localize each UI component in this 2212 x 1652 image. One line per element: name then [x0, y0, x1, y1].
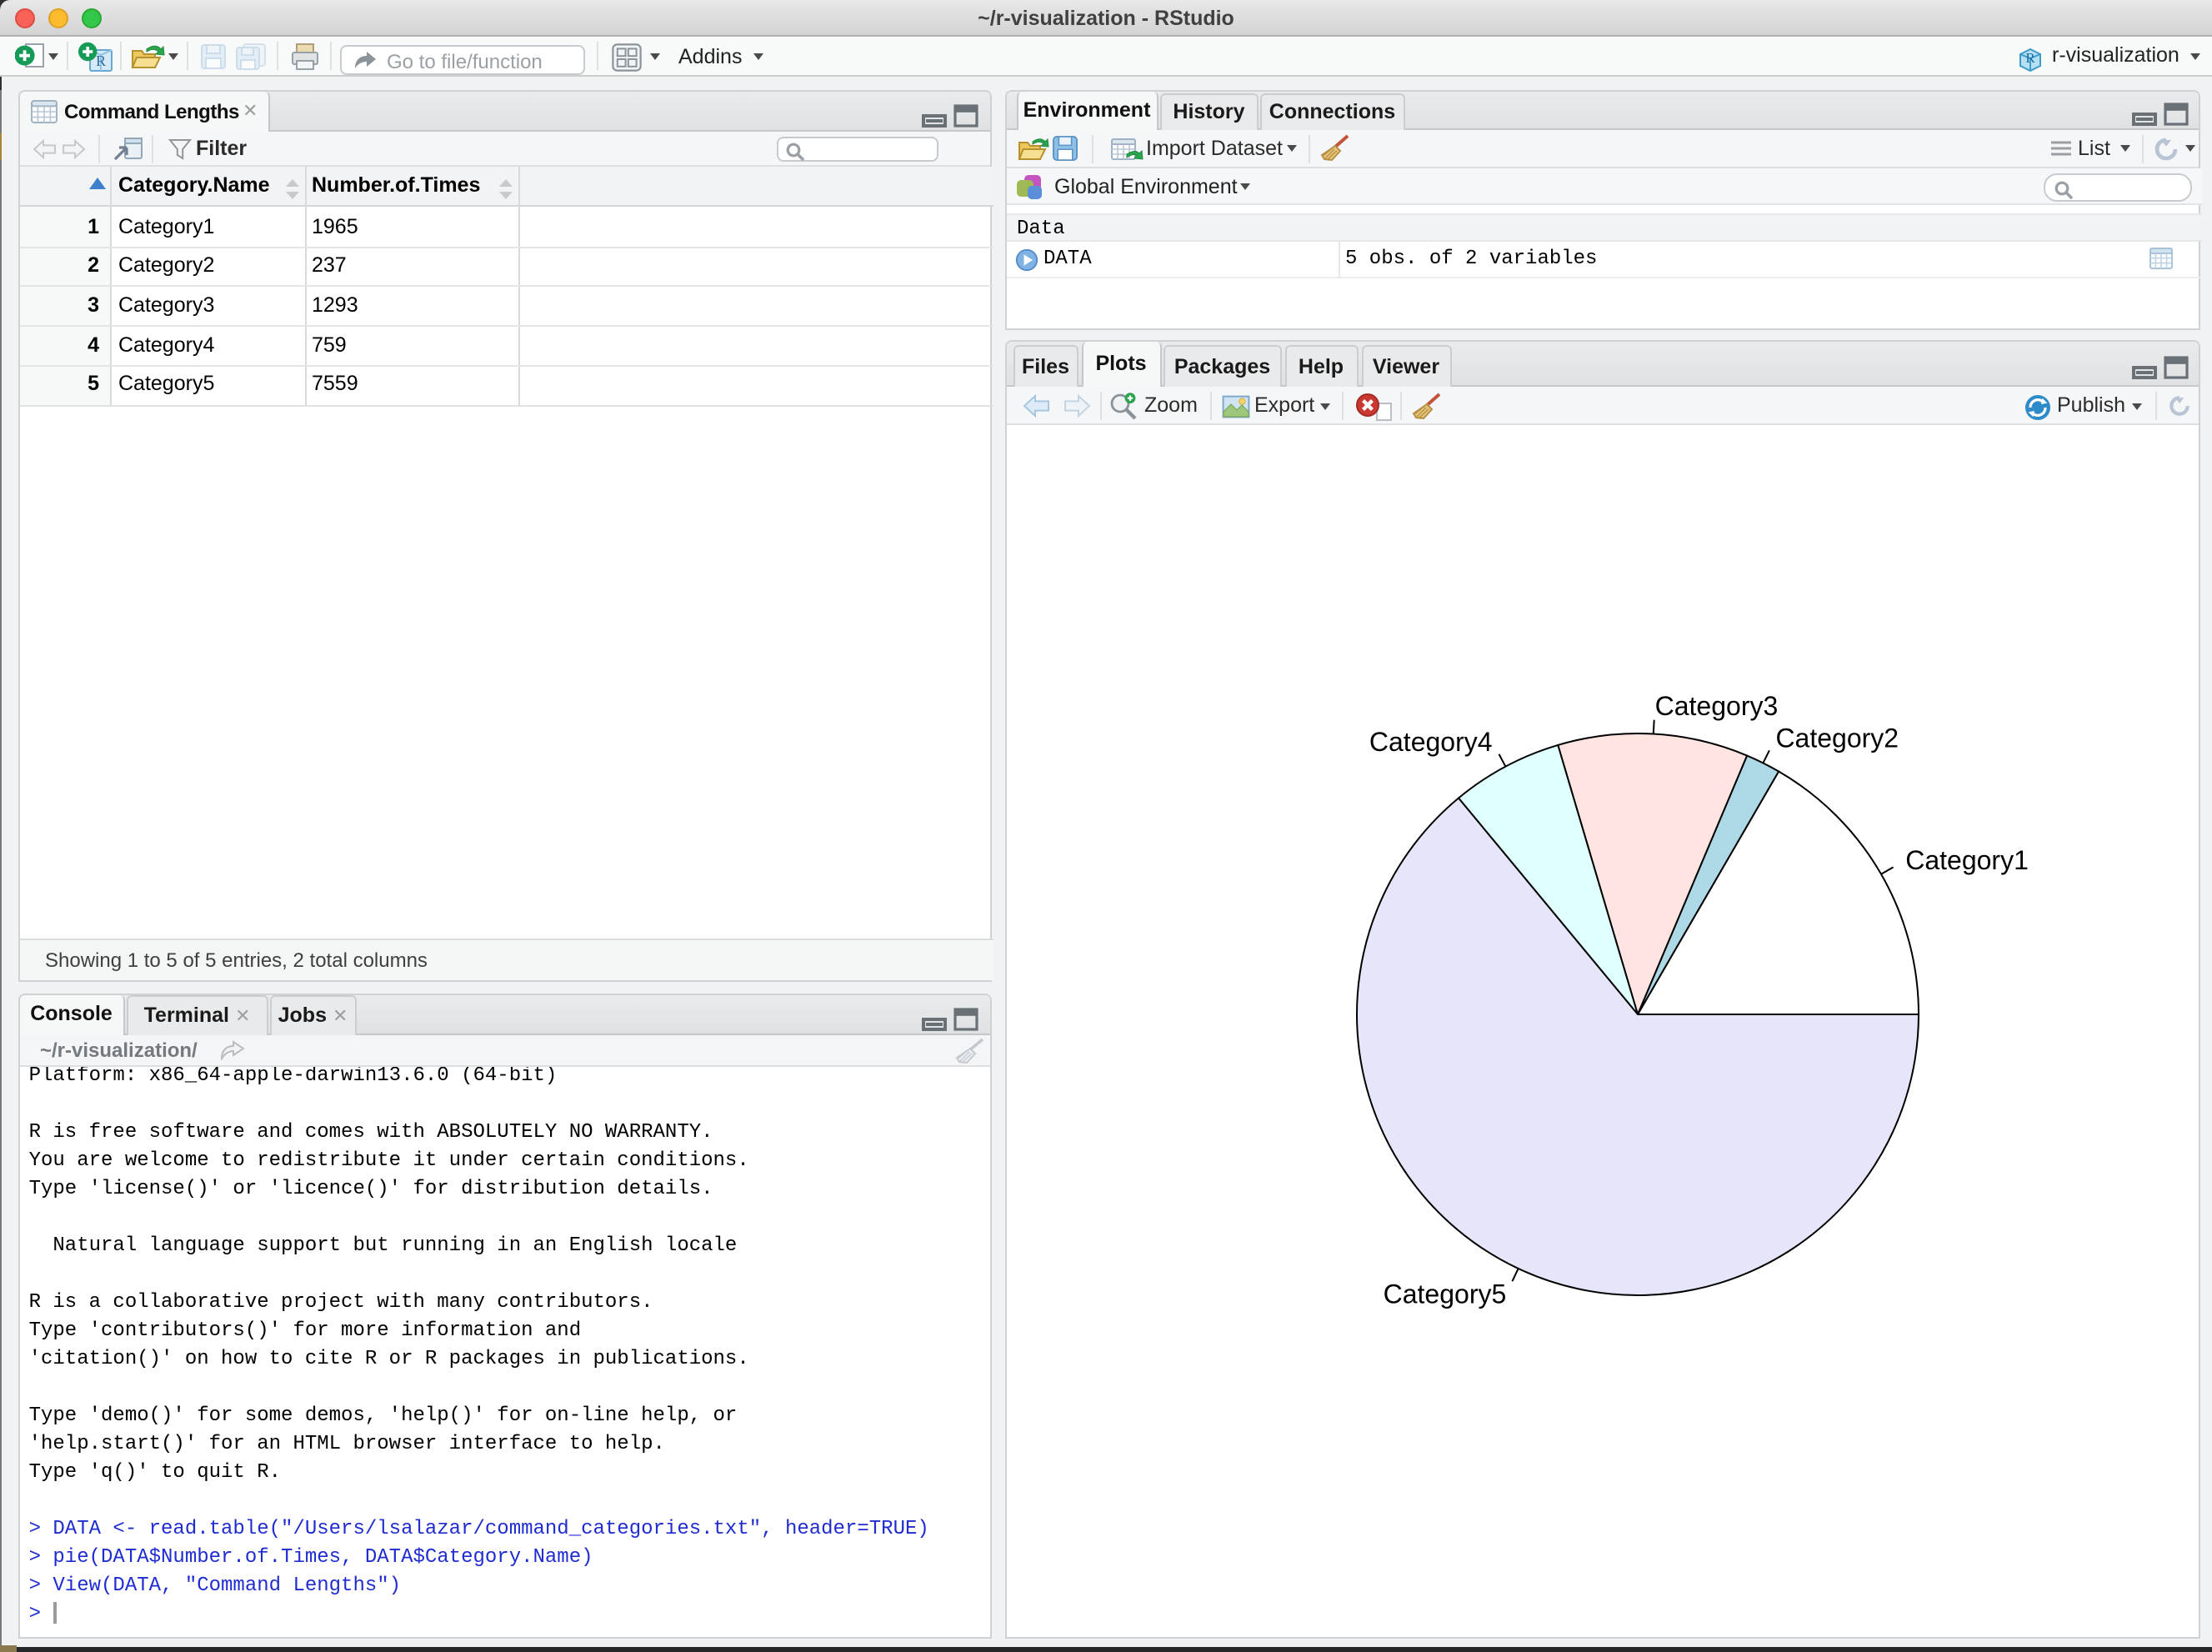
- svg-text:Category1: Category1: [1904, 845, 2028, 875]
- svg-text:Category4: Category4: [1369, 727, 1492, 757]
- svg-text:R: R: [96, 52, 106, 68]
- svg-text:Category5: Category5: [1383, 1279, 1506, 1309]
- svg-text:Category2: Category2: [1774, 723, 1898, 753]
- svg-text:R: R: [2025, 49, 2035, 65]
- svg-text:Category3: Category3: [1654, 691, 1778, 721]
